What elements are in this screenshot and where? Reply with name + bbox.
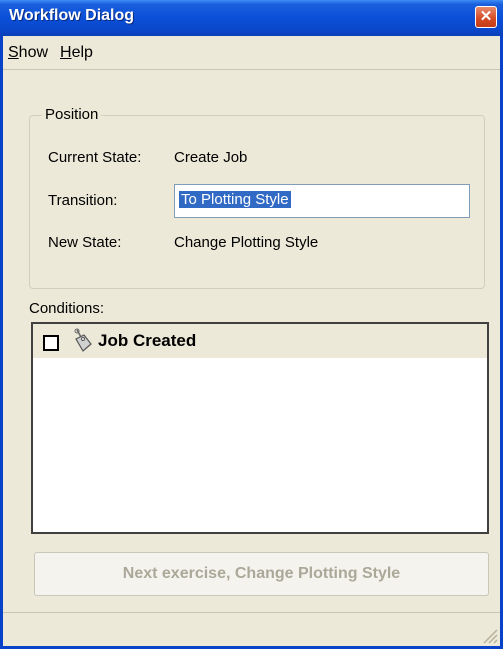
condition-label: Job Created bbox=[98, 331, 197, 350]
next-exercise-button[interactable]: Next exercise, Change Plotting Style bbox=[34, 552, 489, 596]
status-bar bbox=[3, 612, 500, 646]
new-state-value: Change Plotting Style bbox=[174, 234, 319, 251]
condition-row-job-created[interactable]: Job Created bbox=[33, 324, 487, 358]
menu-show[interactable]: Show bbox=[8, 44, 48, 62]
workflow-dialog-window: Workflow Dialog ✕ Show Help Position Cur… bbox=[0, 0, 503, 649]
transition-field-value: To Plotting Style bbox=[179, 191, 291, 208]
tag-icon bbox=[71, 328, 93, 354]
current-state-label: Current State: bbox=[48, 149, 142, 166]
menu-help[interactable]: Help bbox=[60, 44, 93, 62]
new-state-label: New State: bbox=[48, 234, 122, 251]
close-icon: ✕ bbox=[479, 8, 493, 25]
transition-field[interactable]: To Plotting Style bbox=[174, 184, 470, 218]
menu-bar: Show Help bbox=[3, 36, 500, 70]
current-state-value: Create Job bbox=[174, 149, 248, 166]
menu-help-label: elp bbox=[71, 44, 93, 61]
conditions-label: Conditions: bbox=[29, 300, 105, 317]
menu-help-accelerator: H bbox=[60, 44, 72, 61]
close-button[interactable]: ✕ bbox=[475, 6, 497, 28]
conditions-list[interactable]: Job Created bbox=[31, 322, 489, 534]
title-bar[interactable]: Workflow Dialog ✕ bbox=[0, 0, 503, 36]
position-legend: Position bbox=[42, 106, 102, 123]
condition-checkbox[interactable] bbox=[43, 335, 59, 351]
transition-label: Transition: bbox=[48, 192, 118, 209]
resize-grip-icon[interactable] bbox=[480, 626, 498, 644]
menu-show-accelerator: S bbox=[8, 44, 19, 61]
window-title: Workflow Dialog bbox=[9, 7, 135, 24]
menu-show-label: how bbox=[18, 44, 49, 61]
